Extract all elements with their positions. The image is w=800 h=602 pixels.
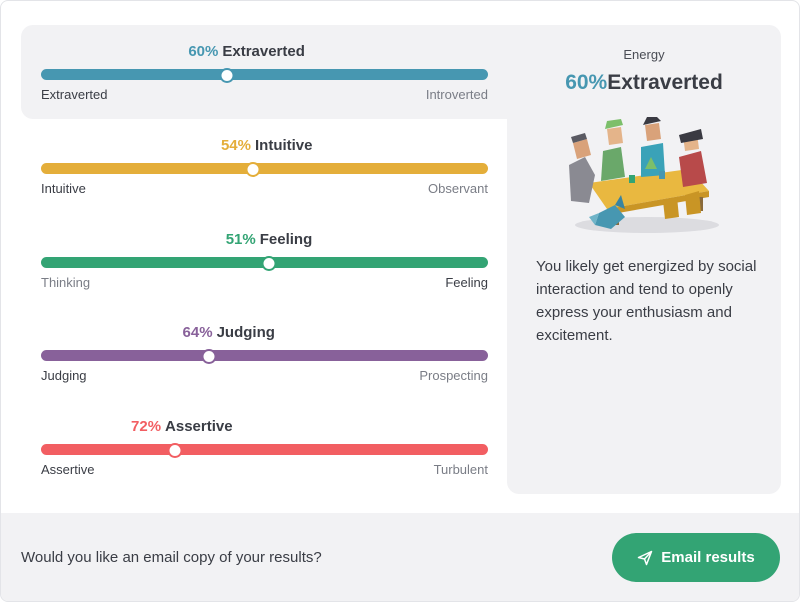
trait-percent: 60% <box>188 43 219 60</box>
trait-percent: 51% <box>225 231 256 248</box>
trait-right-pole: Introverted <box>425 87 488 102</box>
trait-left-pole: Thinking <box>41 275 91 290</box>
panel-percent: 60% <box>565 71 608 94</box>
email-prompt: Would you like an email copy of your res… <box>21 549 322 566</box>
trait-nature[interactable]: 51% Feeling Thinking Feeling <box>41 231 488 301</box>
email-results-label: Email results <box>661 549 755 566</box>
trait-title: 54% Intuitive <box>221 137 313 159</box>
trait-tactics[interactable]: 64% Judging Judging Prospecting <box>41 324 488 394</box>
email-footer: Would you like an email copy of your res… <box>1 513 799 601</box>
trait-slider-handle[interactable] <box>261 256 277 271</box>
trait-name: Judging <box>216 324 275 341</box>
trait-name: Intuitive <box>254 137 313 154</box>
trait-left-pole: Assertive <box>41 462 95 477</box>
trait-right-pole: Feeling <box>445 275 488 290</box>
trait-slider-handle[interactable] <box>167 443 183 458</box>
trait-detail-panel: Energy 60%Extraverted You likely get ene… <box>507 25 781 494</box>
trait-bar <box>41 69 488 80</box>
panel-kicker: Energy <box>623 47 665 62</box>
send-icon <box>638 550 653 565</box>
trait-slider-handle[interactable] <box>219 68 234 83</box>
trait-title: 64% Judging <box>183 324 275 346</box>
trait-right-pole: Observant <box>428 181 488 196</box>
group-of-people-at-table-illustration <box>569 117 719 233</box>
trait-energy[interactable]: 60% Extraverted Extraverted Introverted <box>41 43 488 113</box>
trait-identity[interactable]: 72% Assertive Assertive Turbulent <box>41 418 488 488</box>
trait-title: 72% Assertive <box>131 418 233 440</box>
trait-left-pole: Intuitive <box>41 181 86 196</box>
trait-percent: 72% <box>131 418 162 435</box>
trait-bar <box>41 350 488 361</box>
trait-right-pole: Turbulent <box>433 462 488 477</box>
trait-percent: 54% <box>220 137 251 154</box>
trait-title: 60% Extraverted <box>188 43 305 65</box>
trait-mind[interactable]: 54% Intuitive Intuitive Observant <box>41 137 488 207</box>
trait-name: Extraverted <box>222 43 305 60</box>
trait-right-pole: Prospecting <box>419 368 488 383</box>
trait-name: Assertive <box>165 418 233 435</box>
trait-slider-handle[interactable] <box>201 349 217 364</box>
email-results-button[interactable]: Email results <box>612 533 780 582</box>
panel-headline: 60%Extraverted <box>507 71 781 95</box>
panel-trait-name: Extraverted <box>607 71 723 94</box>
trait-left-pole: Extraverted <box>41 87 108 102</box>
personality-results-card: 60% Extraverted Extraverted Introverted 5… <box>0 0 800 602</box>
trait-title: 51% Feeling <box>226 231 313 253</box>
trait-name: Feeling <box>259 231 313 248</box>
trait-slider-handle[interactable] <box>245 162 261 177</box>
trait-bar <box>41 163 488 174</box>
trait-percent: 64% <box>182 324 213 341</box>
trait-left-pole: Judging <box>41 368 87 383</box>
panel-description: You likely get energized by social inter… <box>536 258 757 344</box>
trait-bar <box>41 444 488 455</box>
